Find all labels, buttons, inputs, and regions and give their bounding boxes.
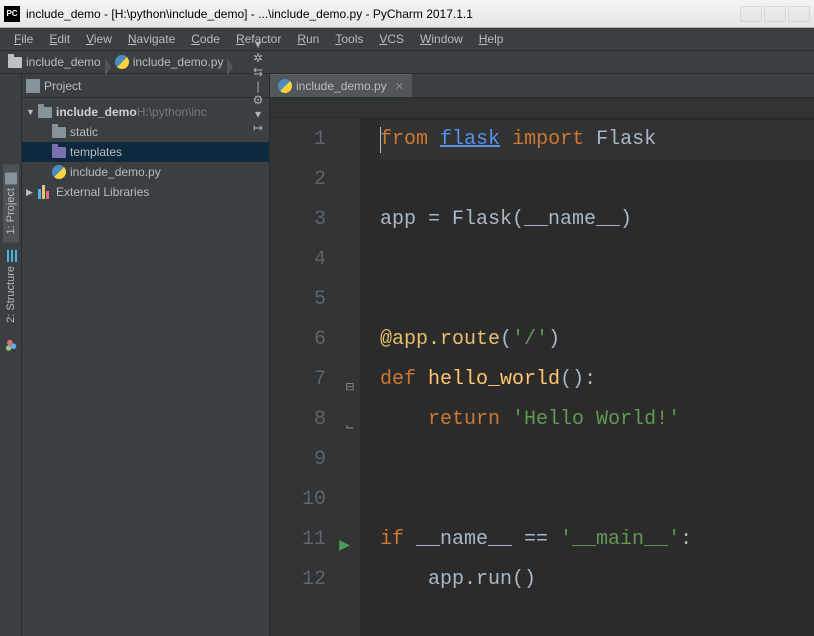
menu-tools[interactable]: Tools [327, 30, 371, 48]
tree-item-include-demo-py[interactable]: include_demo.py [22, 162, 269, 182]
project-header-title: Project [44, 79, 81, 93]
code-line[interactable] [380, 440, 814, 480]
editor-sub-breadcrumb [270, 98, 814, 118]
code-editor[interactable]: 123456789101112⊟⌙▶ from flask import Fla… [270, 118, 814, 636]
tree-item-include-demo[interactable]: ▼include_demo H:\python\inc [22, 102, 269, 122]
expand-icon: ▶ [26, 187, 36, 198]
vcs-icon[interactable] [5, 339, 17, 351]
python-file-icon [115, 55, 129, 69]
code-line[interactable]: if __name__ == '__main__': [380, 520, 814, 560]
project-tool-window: Project ▾✲⇆|⚙▾↦ ▼include_demo H:\python\… [22, 74, 270, 636]
code-line[interactable] [380, 280, 814, 320]
editor-area: include_demo.py ✕ 123456789101112⊟⌙▶ fro… [270, 74, 814, 636]
project-view-icon [26, 79, 40, 93]
code-line[interactable]: @app.route('/') [380, 320, 814, 360]
fold-icon[interactable]: ⊟ [346, 368, 354, 408]
tool-tab-structure[interactable]: 2: Structure [3, 242, 19, 331]
code-content[interactable]: from flask import Flask app = Flask(__nam… [360, 118, 814, 636]
menu-run[interactable]: Run [289, 30, 327, 48]
close-button[interactable] [788, 6, 810, 22]
tool-tab-project[interactable]: 1: Project [3, 164, 19, 242]
run-icon[interactable]: ▶ [339, 526, 350, 566]
code-line[interactable]: app.run() [380, 560, 814, 600]
code-line[interactable]: from flask import Flask [380, 120, 814, 160]
titlebar: PC include_demo - [H:\python\include_dem… [0, 0, 814, 28]
expand-icon: ▼ [26, 107, 36, 117]
tree-item-static[interactable]: static [22, 122, 269, 142]
menu-code[interactable]: Code [183, 30, 228, 48]
code-line[interactable]: def hello_world(): [380, 360, 814, 400]
folder-icon [52, 147, 66, 158]
menu-navigate[interactable]: Navigate [120, 30, 183, 48]
window-title: include_demo - [H:\python\include_demo] … [26, 7, 473, 21]
folder-icon [52, 127, 66, 138]
fold-end-icon: ⌙ [346, 408, 354, 448]
code-line[interactable] [380, 160, 814, 200]
code-line[interactable]: app = Flask(__name__) [380, 200, 814, 240]
breadcrumb-item[interactable]: include_demo.py [111, 55, 234, 69]
menu-edit[interactable]: Edit [41, 30, 78, 48]
tool-window-strip: 1: Project2: Structure [0, 74, 22, 636]
code-line[interactable] [380, 480, 814, 520]
project-header-action[interactable]: ✲ [251, 51, 265, 65]
folder-icon [38, 107, 52, 118]
tree-item-templates[interactable]: templates [22, 142, 269, 162]
code-line[interactable]: return 'Hello World!' [380, 400, 814, 440]
app-icon: PC [4, 6, 20, 22]
project-header: Project ▾✲⇆|⚙▾↦ [22, 74, 269, 98]
menubar: FileEditViewNavigateCodeRefactorRunTools… [0, 28, 814, 50]
breadcrumb-bar: include_demoinclude_demo.py [0, 50, 814, 74]
folder-icon [8, 57, 22, 68]
menu-view[interactable]: View [78, 30, 120, 48]
maximize-button[interactable] [764, 6, 786, 22]
menu-window[interactable]: Window [412, 30, 471, 48]
window-controls [740, 6, 810, 22]
python-file-icon [52, 165, 66, 179]
project-header-action[interactable]: | [251, 79, 265, 93]
python-file-icon [278, 79, 292, 93]
library-icon [38, 185, 52, 199]
editor-tab[interactable]: include_demo.py ✕ [270, 74, 412, 97]
breadcrumb-item[interactable]: include_demo [4, 55, 111, 69]
tree-item-external-libraries[interactable]: ▶External Libraries [22, 182, 269, 202]
editor-tab-label: include_demo.py [296, 79, 387, 93]
code-line[interactable] [380, 240, 814, 280]
close-tab-icon[interactable]: ✕ [395, 80, 404, 93]
menu-file[interactable]: File [6, 30, 41, 48]
project-icon [5, 172, 17, 184]
project-header-action[interactable]: ▾ [251, 37, 265, 51]
project-tree[interactable]: ▼include_demo H:\python\incstatictemplat… [22, 98, 269, 206]
menu-vcs[interactable]: VCS [371, 30, 412, 48]
menu-help[interactable]: Help [471, 30, 512, 48]
structure-icon [5, 250, 17, 262]
editor-tabs: include_demo.py ✕ [270, 74, 814, 98]
gutter: 123456789101112⊟⌙▶ [270, 118, 360, 636]
minimize-button[interactable] [740, 6, 762, 22]
project-header-action[interactable]: ⇆ [251, 65, 265, 79]
